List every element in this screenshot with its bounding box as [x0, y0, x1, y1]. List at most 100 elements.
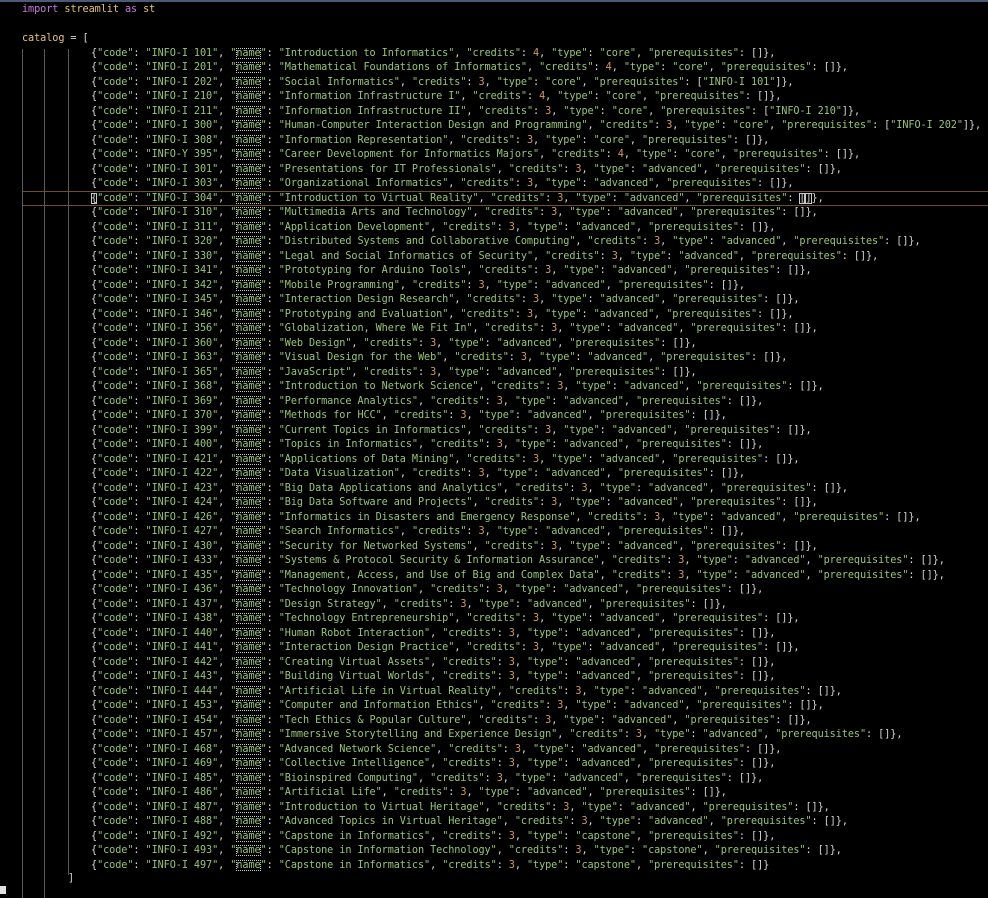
comma: , [502, 584, 515, 595]
course-line[interactable]: {"code": "INFO-I 400", "name": "Topics i… [91, 438, 763, 453]
course-line[interactable]: {"code": "INFO-I 453", "name": "Computer… [91, 699, 824, 714]
colon: : [266, 323, 279, 334]
course-line[interactable]: {"code": "INFO-I 101", "name": "Introduc… [91, 47, 775, 62]
course-name: Advanced Topics in Virtual Heritage [284, 816, 497, 827]
course-line[interactable]: {"code": "INFO-I 345", "name": "Interact… [91, 293, 800, 308]
course-line[interactable]: {"code": "INFO-I 303", "name": "Organiza… [91, 177, 793, 192]
course-type: advanced [648, 685, 697, 697]
course-line[interactable]: {"code": "INFO-I 443", "name": "Building… [91, 670, 775, 685]
list-close-line[interactable]: ] [68, 872, 74, 887]
course-line[interactable]: {"code": "INFO-I 300", "name": "Human-Co… [91, 119, 981, 134]
course-line[interactable]: {"code": "INFO-I 427", "name": "Search I… [91, 525, 745, 540]
comma: , [775, 91, 782, 102]
course-line[interactable]: {"code": "INFO-I 485", "name": "Bioinspi… [91, 772, 763, 787]
course-name: Technology Innovation [284, 584, 412, 595]
course-line[interactable]: {"code": "INFO-I 436", "name": "Technolo… [91, 583, 763, 598]
course-line[interactable]: {"code": "INFO-I 454", "name": "Tech Eth… [91, 714, 812, 729]
course-line[interactable]: {"code": "INFO-I 341", "name": "Prototyp… [91, 264, 812, 279]
course-line[interactable]: {"code": "INFO-I 360", "name": "Web Desi… [91, 337, 697, 352]
course-line[interactable]: {"code": "INFO-I 342", "name": "Mobile P… [91, 279, 745, 294]
course-line[interactable]: {"code": "INFO-I 438", "name": "Technolo… [91, 612, 800, 627]
colon: : [266, 642, 279, 653]
import-line[interactable]: import streamlit as st [22, 3, 155, 18]
course-line[interactable]: {"code": "INFO-I 487", "name": "Introduc… [91, 801, 830, 816]
course-line[interactable]: {"code": "INFO-I 469", "name": "Collecti… [91, 757, 775, 772]
course-line[interactable]: {"code": "INFO-I 308", "name": "Informat… [91, 134, 769, 149]
course-line[interactable]: {"code": "INFO-I 399", "name": "Current … [91, 424, 812, 439]
course-line[interactable]: {"code": "INFO-I 423", "name": "Big Data… [91, 482, 848, 497]
course-line[interactable]: {"code": "INFO-I 211", "name": "Informat… [91, 105, 860, 120]
course-line[interactable]: {"code": "INFO-I 421", "name": "Applicat… [91, 453, 800, 468]
prereq-key: "prerequisites" [720, 62, 812, 73]
course-code: INFO-I 356 [151, 323, 213, 334]
code-key: "code" [97, 540, 134, 552]
course-line[interactable]: {"code": "INFO-I 301", "name": "Presenta… [91, 163, 842, 178]
course-line[interactable]: {"code": "INFO-I 210", "name": "Informat… [91, 90, 781, 105]
course-name: Career Development for Informatics Major… [284, 149, 533, 160]
course-line[interactable]: {"code": "INFO-I 356", "name": "Globaliz… [91, 322, 818, 337]
comma: , [218, 250, 231, 262]
type-key: "type" [533, 743, 570, 755]
course-line[interactable]: {"code": "INFO-I 370", "name": "Methods … [91, 409, 727, 424]
course-line[interactable]: {"code": "INFO-I 497", "name": "Capstone… [91, 859, 769, 874]
course-line[interactable]: {"code": "INFO-I 430", "name": "Security… [91, 540, 818, 555]
course-line[interactable]: {"code": "INFO-Y 395", "name": "Career D… [91, 148, 860, 163]
course-line[interactable]: {"code": "INFO-I 320", "name": "Distribu… [91, 235, 921, 250]
course-line[interactable]: {"code": "INFO-I 488", "name": "Advanced… [91, 815, 848, 830]
code-editor[interactable]: import streamlit as st catalog = [ {"cod… [0, 0, 988, 898]
colon: : [805, 845, 818, 856]
course-line[interactable]: {"code": "INFO-I 493", "name": "Capstone… [91, 844, 842, 859]
colon: : [266, 91, 279, 102]
colon: : [133, 410, 146, 421]
course-line[interactable]: {"code": "INFO-I 442", "name": "Creating… [91, 656, 775, 671]
course-code: INFO-I 487 [151, 801, 213, 813]
course-line[interactable]: {"code": "INFO-I 486", "name": "Artifici… [91, 786, 727, 801]
code-key: "code" [97, 91, 134, 102]
comma: , [514, 627, 527, 639]
course-line[interactable]: {"code": "INFO-I 444", "name": "Artifici… [91, 685, 842, 700]
colon: : [266, 207, 279, 218]
assignment-line[interactable]: catalog = [ [22, 32, 89, 47]
course-line[interactable]: {"code": "INFO-I 440", "name": "Human Ro… [91, 627, 775, 642]
course-line[interactable]: {"code": "INFO-I 441", "name": "Interact… [91, 641, 800, 656]
colon: : [448, 787, 461, 798]
comma: , [484, 468, 497, 479]
course-name: Interaction Design Research [284, 294, 449, 305]
course-line[interactable]: {"code": "INFO-I 437", "name": "Design S… [91, 598, 727, 613]
course-line[interactable]: {"code": "INFO-I 468", "name": "Advanced… [91, 743, 781, 758]
course-type: advanced [569, 395, 618, 407]
course-line[interactable]: {"code": "INFO-I 311", "name": "Applicat… [91, 221, 775, 236]
course-line[interactable]: {"code": "INFO-I 433", "name": "Systems … [91, 554, 945, 569]
course-line[interactable]: {"code": "INFO-I 202", "name": "Social I… [91, 76, 794, 91]
colon: : [738, 859, 751, 871]
course-type: advanced [750, 555, 800, 566]
name-key-highlight: name [236, 47, 261, 59]
colon: : [545, 700, 558, 711]
course-line[interactable]: {"code": "INFO-I 369", "name": "Performa… [91, 395, 763, 410]
course-line[interactable]: {"code": "INFO-I 346", "name": "Prototyp… [91, 308, 793, 323]
comma: , [563, 192, 576, 204]
course-line[interactable]: {"code": "INFO-I 365", "name": "JavaScri… [91, 366, 697, 381]
course-line[interactable]: {"code": "INFO-I 424", "name": "Big Data… [91, 496, 818, 511]
course-line[interactable]: {"code": "INFO-I 368", "name": "Introduc… [91, 380, 824, 395]
colon: : [133, 627, 146, 639]
colon: : [133, 859, 146, 871]
course-line[interactable]: {"code": "INFO-I 330", "name": "Legal an… [91, 250, 878, 265]
course-line[interactable]: {"code": "INFO-I 422", "name": "Data Vis… [91, 467, 745, 482]
name-key-highlight: name [236, 221, 261, 233]
colon: : [599, 250, 612, 262]
course-line[interactable]: {"code": "INFO-I 304", "name": "Introduc… [91, 192, 824, 207]
course-line[interactable]: {"code": "INFO-I 435", "name": "Manageme… [91, 569, 945, 584]
course-code: INFO-I 308 [151, 134, 213, 146]
course-line[interactable]: {"code": "INFO-I 457", "name": "Immersiv… [91, 728, 902, 743]
course-line[interactable]: {"code": "INFO-I 310", "name": "Multimed… [91, 206, 818, 221]
colon: : [466, 76, 479, 88]
colon: : [133, 743, 146, 755]
course-line[interactable]: {"code": "INFO-I 426", "name": "Informat… [91, 511, 921, 526]
code-key: "code" [97, 352, 134, 363]
course-line[interactable]: {"code": "INFO-I 363", "name": "Visual D… [91, 351, 787, 366]
course-line[interactable]: {"code": "INFO-I 201", "name": "Mathemat… [91, 61, 848, 76]
comma: , [218, 642, 231, 653]
name-key-highlight: name [236, 482, 261, 494]
course-line[interactable]: {"code": "INFO-I 492", "name": "Capstone… [91, 830, 775, 845]
